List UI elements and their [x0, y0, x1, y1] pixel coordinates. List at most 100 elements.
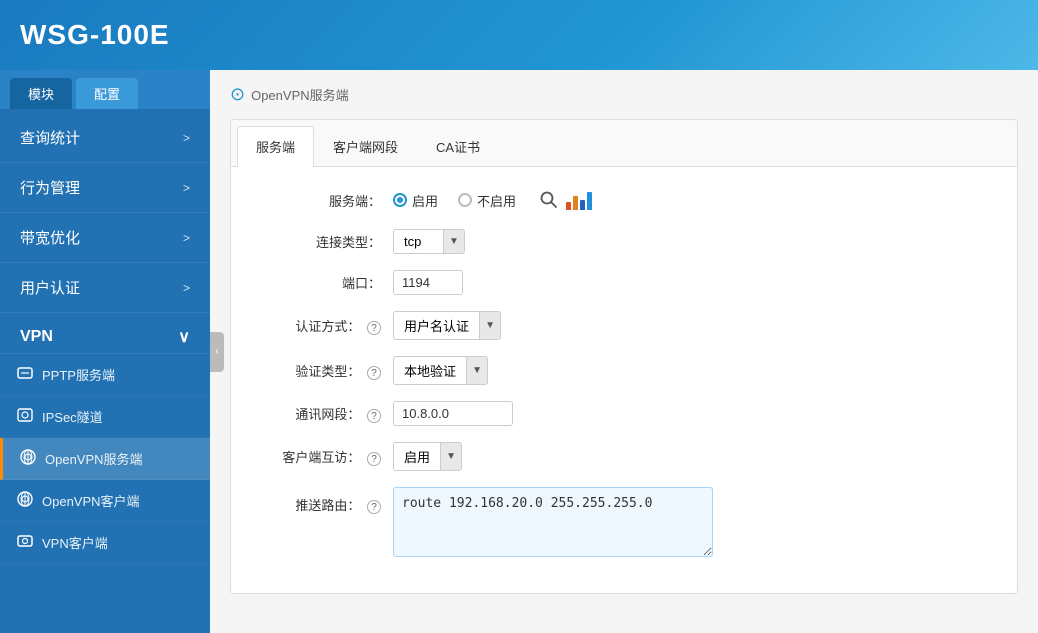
- sidebar-item-openvpn-client[interactable]: OpenVPN客户端: [0, 480, 210, 522]
- ipsec-icon: [16, 406, 34, 427]
- sidebar-item-query-stats[interactable]: 查询统计 >: [0, 113, 210, 163]
- client-mutual-select: 启用 ▼: [393, 442, 462, 471]
- server-label: 服务端：: [261, 191, 381, 210]
- network-segment-label: 通讯网段： ?: [261, 404, 381, 423]
- auth-method-row: 认证方式： ? 用户名认证 ▼: [261, 311, 987, 340]
- sidebar-item-label: PPTP服务端: [42, 365, 115, 384]
- radio-disable[interactable]: 不启用: [458, 191, 516, 210]
- connection-type-row: 连接类型： tcp ▼: [261, 229, 987, 254]
- panel-tabs: 服务端 客户端网段 CA证书: [231, 120, 1017, 167]
- sidebar-item-vpn-client[interactable]: VPN客户端: [0, 522, 210, 564]
- sidebar: 模块 配置 查询统计 > 行为管理 > 带宽优化 > 用户认证 > VPN: [0, 70, 210, 633]
- bar-chart-icon[interactable]: [566, 187, 592, 213]
- push-route-label: 推送路由： ?: [261, 487, 381, 514]
- network-segment-help-icon[interactable]: ?: [367, 409, 381, 423]
- client-mutual-label: 客户端互访： ?: [261, 447, 381, 466]
- main-layout: 模块 配置 查询统计 > 行为管理 > 带宽优化 > 用户认证 > VPN: [0, 70, 1038, 633]
- verify-type-select: 本地验证 ▼: [393, 356, 488, 385]
- sidebar-item-bandwidth-opt[interactable]: 带宽优化 >: [0, 213, 210, 263]
- chevron-right-icon: >: [183, 131, 190, 145]
- header: WSG-100E: [0, 0, 1038, 70]
- network-segment-row: 通讯网段： ?: [261, 401, 987, 426]
- sidebar-item-label: 用户认证: [20, 277, 80, 298]
- verify-type-label: 验证类型： ?: [261, 361, 381, 380]
- client-mutual-control: 启用 ▼: [393, 442, 462, 471]
- connection-type-select: tcp ▼: [393, 229, 465, 254]
- port-control: [393, 270, 463, 295]
- vpn-section-label: VPN: [20, 328, 53, 346]
- push-route-control: route 192.168.20.0 255.255.255.0: [393, 487, 713, 557]
- panel-body: 服务端： 启用 不启用: [231, 167, 1017, 593]
- network-segment-input[interactable]: [393, 401, 513, 426]
- breadcrumb-text: OpenVPN服务端: [251, 85, 349, 104]
- vpn-client-icon: [16, 532, 34, 553]
- radio-enable[interactable]: 启用: [393, 191, 438, 210]
- auth-method-help-icon[interactable]: ?: [367, 321, 381, 335]
- connection-type-dropdown[interactable]: ▼: [443, 229, 465, 254]
- auth-method-value: 用户名认证: [393, 311, 479, 340]
- main-panel: 服务端 客户端网段 CA证书 服务端： 启用: [230, 119, 1018, 594]
- verify-type-value: 本地验证: [393, 356, 466, 385]
- connection-type-label: 连接类型：: [261, 232, 381, 251]
- openvpn-breadcrumb-icon: ⊙: [230, 84, 245, 105]
- sidebar-item-openvpn-server[interactable]: OpenVPN服务端: [0, 438, 210, 480]
- openvpn-client-icon: [16, 490, 34, 511]
- sidebar-item-behavior-mgmt[interactable]: 行为管理 >: [0, 163, 210, 213]
- push-route-textarea[interactable]: route 192.168.20.0 255.255.255.0: [393, 487, 713, 557]
- push-route-row: 推送路由： ? route 192.168.20.0 255.255.255.0: [261, 487, 987, 557]
- tab-module[interactable]: 模块: [10, 78, 72, 109]
- radio-circle-enable: [393, 193, 407, 207]
- app-title: WSG-100E: [20, 19, 170, 51]
- sidebar-item-label: 查询统计: [20, 127, 80, 148]
- sidebar-section-vpn[interactable]: VPN ∨: [0, 313, 210, 354]
- sidebar-item-label: 带宽优化: [20, 227, 80, 248]
- auth-method-control: 用户名认证 ▼: [393, 311, 501, 340]
- openvpn-server-icon: [19, 448, 37, 469]
- sidebar-item-label: OpenVPN客户端: [42, 491, 140, 510]
- network-segment-control: [393, 401, 513, 426]
- sidebar-tabs: 模块 配置: [0, 70, 210, 109]
- content-area: ⊙ OpenVPN服务端 服务端 客户端网段 CA证书 服务端：: [210, 70, 1038, 633]
- verify-type-row: 验证类型： ? 本地验证 ▼: [261, 356, 987, 385]
- port-label: 端口：: [261, 273, 381, 292]
- chevron-right-icon: >: [183, 181, 190, 195]
- sidebar-item-user-auth[interactable]: 用户认证 >: [0, 263, 210, 313]
- port-input[interactable]: [393, 270, 463, 295]
- push-route-help-icon[interactable]: ?: [367, 500, 381, 514]
- sidebar-item-pptp-server[interactable]: PPTP服务端: [0, 354, 210, 396]
- verify-type-control: 本地验证 ▼: [393, 356, 488, 385]
- radio-circle-disable: [458, 193, 472, 207]
- client-mutual-dropdown[interactable]: ▼: [440, 442, 462, 471]
- client-mutual-row: 客户端互访： ? 启用 ▼: [261, 442, 987, 471]
- auth-method-dropdown[interactable]: ▼: [479, 311, 501, 340]
- auth-method-label: 认证方式： ?: [261, 316, 381, 335]
- sidebar-item-label: OpenVPN服务端: [45, 449, 143, 468]
- connection-type-value: tcp: [393, 229, 443, 254]
- search-icon[interactable]: [536, 187, 562, 213]
- verify-type-dropdown[interactable]: ▼: [466, 356, 488, 385]
- tab-server[interactable]: 服务端: [237, 126, 314, 167]
- sidebar-item-label: IPSec隧道: [42, 407, 103, 426]
- sidebar-item-label: VPN客户端: [42, 533, 108, 552]
- chart-bars: [566, 190, 592, 210]
- auth-method-select: 用户名认证 ▼: [393, 311, 501, 340]
- sidebar-nav: 查询统计 > 行为管理 > 带宽优化 > 用户认证 > VPN ∨: [0, 109, 210, 633]
- pptp-icon: [16, 364, 34, 385]
- chevron-down-icon: ∨: [178, 327, 190, 347]
- tab-client-network[interactable]: 客户端网段: [314, 126, 417, 166]
- tab-config[interactable]: 配置: [76, 78, 138, 109]
- sidebar-toggle[interactable]: ‹: [210, 332, 224, 372]
- port-row: 端口：: [261, 270, 987, 295]
- server-radio-group: 启用 不启用: [393, 191, 516, 210]
- sidebar-item-label: 行为管理: [20, 177, 80, 198]
- client-mutual-value: 启用: [393, 442, 440, 471]
- server-enable-control: 启用 不启用: [393, 187, 592, 213]
- verify-type-help-icon[interactable]: ?: [367, 366, 381, 380]
- tab-ca-cert[interactable]: CA证书: [417, 126, 499, 166]
- breadcrumb: ⊙ OpenVPN服务端: [230, 84, 1018, 105]
- toolbar-icons: [536, 187, 592, 213]
- server-enable-row: 服务端： 启用 不启用: [261, 187, 987, 213]
- client-mutual-help-icon[interactable]: ?: [367, 452, 381, 466]
- sidebar-item-ipsec-tunnel[interactable]: IPSec隧道: [0, 396, 210, 438]
- connection-type-control: tcp ▼: [393, 229, 465, 254]
